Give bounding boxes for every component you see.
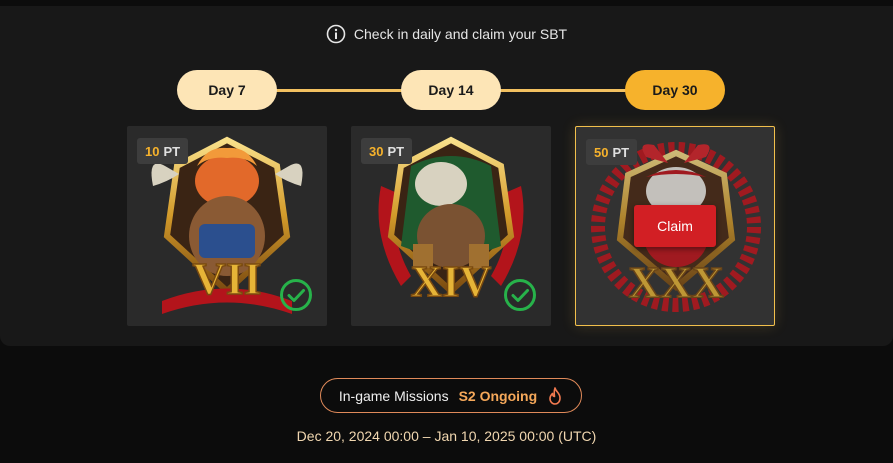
missions-label: In-game Missions: [338, 387, 449, 404]
day-7-milestone: Day 7: [177, 70, 277, 110]
reward-card-day-30: 50 PT XXX Claim: [575, 126, 775, 326]
day-30-label: Day 30: [652, 82, 698, 98]
day-30-milestone: Day 30: [625, 70, 725, 110]
info-icon: [326, 24, 346, 44]
points-value: 10: [145, 143, 160, 159]
badge-numeral: XIV: [411, 257, 492, 306]
points-unit: PT: [163, 143, 181, 159]
checkin-timeline: Day 7 Day 14 Day 30: [0, 70, 893, 110]
claim-button[interactable]: Claim: [634, 205, 716, 247]
day-14-milestone: Day 14: [401, 70, 501, 110]
points-unit: PT: [612, 144, 630, 160]
reward-card-day-7: 10 PT VII: [127, 126, 327, 326]
points-unit: PT: [387, 143, 405, 159]
day-7-label: Day 7: [208, 82, 246, 98]
badge-numeral: XXX: [628, 258, 724, 307]
missions-status-pill[interactable]: In-game Missions S2 Ongoing: [320, 378, 582, 413]
claim-button-label: Claim: [657, 218, 693, 234]
points-value: 50: [594, 144, 609, 160]
reward-card-day-14: 30 PT XIV: [351, 126, 551, 326]
timeline-track-segment: [500, 89, 626, 92]
check-circle-icon: [504, 279, 536, 311]
check-circle-icon: [280, 279, 312, 311]
checkin-header-text: Check in daily and claim your SBT: [353, 26, 568, 42]
event-date-range: Dec 20, 2024 00:00 – Jan 10, 2025 00:00 …: [296, 428, 597, 444]
badge-numeral: VII: [192, 253, 261, 304]
points-badge: 50 PT: [586, 139, 638, 165]
points-badge: 30 PT: [361, 138, 413, 164]
timeline-track-segment: [276, 89, 402, 92]
checkin-header: Check in daily and claim your SBT: [0, 24, 893, 44]
fire-icon: [549, 386, 561, 405]
day-14-label: Day 14: [428, 82, 474, 98]
points-badge: 10 PT: [137, 138, 189, 164]
season-status: S2 Ongoing: [458, 387, 538, 404]
points-value: 30: [369, 143, 384, 159]
